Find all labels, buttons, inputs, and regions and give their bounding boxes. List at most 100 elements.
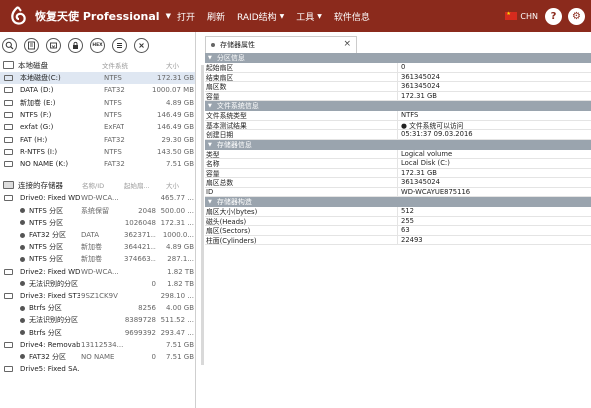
drive-name: Drive0: Fixed WD... (20, 194, 80, 203)
column-divider (397, 120, 398, 129)
menu-raid-label: RAID结构 (237, 12, 277, 23)
storage-partition-row[interactable]: Btrfs 分区 9699392 293.47 ... (0, 326, 195, 338)
local-disk-row[interactable]: R-NTFS (I:) NTFS 143.50 GB (0, 146, 195, 158)
language-selector[interactable]: CHN (520, 12, 538, 21)
title-bar: 恢复天使 Professional ▼ 打开 刷新 RAID结构 ▼ 工具 ▼ 软件… (0, 0, 591, 32)
disk-filesystem: ExFAT (104, 123, 125, 132)
storage-partition-row[interactable]: Btrfs 分区 8256 4.00 GB (0, 302, 195, 314)
local-disk-row[interactable]: exfat (G:) ExFAT 146.49 GB (0, 121, 195, 133)
partition-type: FAT32 分区 (29, 231, 67, 240)
property-key: 基本测试结果 (206, 121, 247, 130)
collapse-triangle-icon[interactable]: ▼ (208, 55, 212, 61)
help-button[interactable]: ? (545, 7, 562, 25)
tab-label: 存储器属性 (220, 41, 255, 49)
disk-size: 1000.07 MB (151, 86, 194, 95)
storage-partition-row[interactable]: NTFS 分区 新加卷 364421... 4.89 GB (0, 241, 195, 253)
column-header-size: 大小 (166, 182, 179, 191)
disk-name: FAT (H:) (20, 135, 48, 144)
column-divider (397, 207, 398, 216)
storage-partition-row[interactable]: FAT32 分区 DATA 362371... 1000.0... (0, 229, 195, 241)
local-disk-row[interactable]: 本地磁盘(C:) NTFS 172.31 GB (0, 72, 195, 85)
disk-filesystem: FAT32 (104, 160, 125, 169)
collapse-triangle-icon[interactable]: ▼ (208, 142, 212, 148)
property-value: 172.31 GB (401, 168, 437, 177)
menu-about[interactable]: 软件信息 (334, 10, 370, 23)
column-divider (397, 91, 398, 100)
disk-name: DATA (D:) (20, 86, 54, 95)
local-disk-row[interactable]: 新加卷 (E:) NTFS 4.89 GB (0, 97, 195, 109)
storage-partition-row[interactable]: NTFS 分区 1026048 172.31 ... (0, 217, 195, 229)
disk-filesystem: FAT32 (104, 135, 125, 144)
menu-raid[interactable]: RAID结构 ▼ (237, 10, 284, 23)
china-flag-icon (505, 11, 518, 20)
storage-drive-row[interactable]: Drive4: Removabl...13112534... 7.51 GB (0, 339, 195, 351)
storage-partition-row[interactable]: NTFS 分区 系统保留 2048 500.00 ... (0, 205, 195, 217)
search-icon[interactable] (2, 37, 17, 53)
storage-drive-row[interactable]: Drive5: Fixed SA... (0, 363, 195, 375)
local-disk-row[interactable]: FAT (H:) FAT32 29.30 GB (0, 133, 195, 145)
property-key: 扇区数 (206, 83, 227, 92)
property-value: WD-WCAYUE875116 (401, 187, 471, 196)
drive-icon (4, 124, 13, 131)
storage-drive-row[interactable]: Drive2: Fixed WD...WD-WCA... 1.82 TB (0, 266, 195, 278)
storage-drive-row[interactable]: Drive3: Fixed ST3...9SZ1CK9V 298.10 ... (0, 290, 195, 302)
tab-storage-properties[interactable]: 存储器属性 × (205, 36, 357, 53)
storage-partition-row[interactable]: 无法识别的分区 8389728 511.52 ... (0, 314, 195, 326)
size: 465.77 ... (160, 194, 194, 203)
local-disk-row[interactable]: DATA (D:) FAT32 1000.07 MB (0, 84, 195, 96)
name-id: 新加卷 (81, 243, 102, 252)
app-menu-dropdown-icon[interactable]: ▼ (166, 12, 171, 20)
disk-name: R-NTFS (I:) (20, 147, 58, 156)
menu-tools[interactable]: 工具 ▼ (296, 10, 322, 23)
partition-icon (20, 232, 25, 238)
column-divider (397, 235, 398, 244)
disk-name: NTFS (F:) (20, 111, 52, 120)
close-icon[interactable] (134, 37, 149, 53)
partition-type: Btrfs 分区 (29, 304, 62, 313)
storage-icon (3, 181, 14, 190)
menu-open[interactable]: 打开 (177, 10, 195, 23)
column-header-size: 大小 (166, 62, 179, 70)
settings-button[interactable]: ⚙ (568, 7, 585, 25)
name-id: DATA (81, 231, 100, 240)
local-disk-row[interactable]: NTFS (F:) NTFS 146.49 GB (0, 109, 195, 121)
local-disk-icon (3, 61, 14, 69)
hex-icon[interactable]: HEX (90, 37, 105, 53)
storage-partition-row[interactable]: NTFS 分区 新加卷 374663... 287.1... (0, 253, 195, 265)
partition-icon (20, 354, 25, 360)
main-menu: 打开 刷新 RAID结构 ▼ 工具 ▼ 软件信息 (177, 10, 382, 23)
disk-filesystem: NTFS (104, 147, 122, 156)
partition-icon (20, 244, 25, 250)
list-icon[interactable] (112, 37, 127, 53)
drive-icon (4, 75, 13, 82)
local-disks-title: 本地磁盘 (18, 60, 48, 70)
drive-icon (4, 87, 13, 94)
lock-icon[interactable] (68, 37, 83, 53)
storage-partition-row[interactable]: FAT32 分区 NO NAME 0 7.51 GB (0, 351, 195, 363)
recover-icon[interactable] (46, 37, 61, 53)
property-value: NTFS (401, 111, 419, 120)
menu-refresh-label: 刷新 (206, 12, 225, 23)
disk-name: exfat (G:) (20, 123, 54, 132)
menu-tools-label: 工具 (296, 12, 315, 23)
storage-partition-row[interactable]: 无法识别的分区 0 1.82 TB (0, 278, 195, 290)
close-icon[interactable]: × (343, 39, 351, 49)
size: 287.1... (167, 255, 194, 264)
property-value: 0 (401, 63, 406, 72)
disk-size: 29.30 GB (161, 135, 195, 144)
collapse-triangle-icon[interactable]: ▼ (208, 199, 212, 205)
scan-icon[interactable] (24, 37, 39, 53)
collapse-triangle-icon[interactable]: ▼ (208, 103, 212, 109)
hex-label: HEX (92, 42, 103, 48)
storage-drive-row[interactable]: Drive0: Fixed WD...WD-WCA... 465.77 ... (0, 192, 195, 204)
drive-name: Drive3: Fixed ST3... (20, 291, 80, 300)
property-key: 创建日期 (206, 131, 234, 140)
name-id: WD-WCA... (81, 194, 119, 203)
local-disk-row[interactable]: NO NAME (K:) FAT32 7.51 GB (0, 158, 195, 170)
properties-table: ▼ 分区信息 起始扇区 0 结束扇区 361345024 扇区数 361345024 容量 172… (205, 53, 591, 245)
menu-refresh[interactable]: 刷新 (207, 10, 225, 23)
start-sector: 8389728 (124, 316, 156, 325)
property-key: 名称 (206, 160, 220, 169)
property-value: 512 (401, 207, 414, 216)
column-header-name-id: 名称/ID (82, 182, 105, 191)
